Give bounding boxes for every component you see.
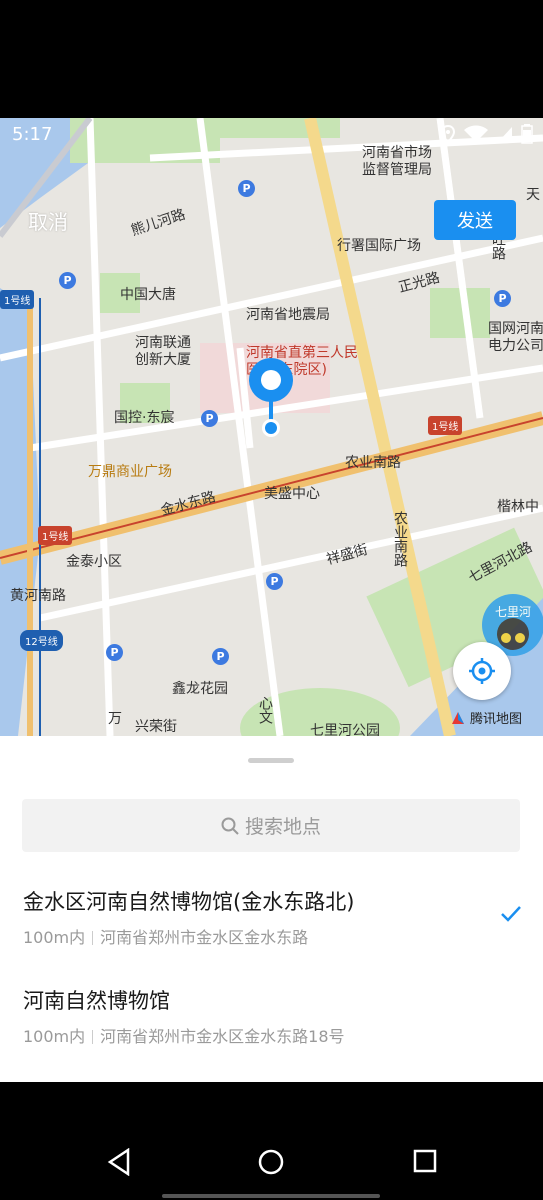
road-label-nongye-south-vertical: 农业南路	[392, 511, 408, 567]
metro-badge: 12号线	[20, 630, 63, 651]
location-status-icon	[441, 125, 455, 143]
checkmark-icon	[501, 906, 521, 922]
result-title: 河南自然博物馆	[23, 989, 170, 1013]
battery-icon	[521, 124, 533, 144]
map-label-kailin: 楷林中	[497, 499, 539, 515]
map-label-zhongguo-dating: 中国大唐	[120, 287, 176, 303]
road-label-nongye-south: 农业南路	[345, 455, 401, 471]
sheet-drag-handle[interactable]	[248, 758, 294, 763]
map-label-qilihe-park: 七里河公园	[310, 723, 380, 736]
location-pin-icon[interactable]	[246, 356, 296, 442]
road-label-huanghe-south: 黄河南路	[10, 588, 66, 604]
result-address: 河南省郑州市金水区金水东路	[100, 928, 309, 947]
navigation-bar	[0, 1082, 543, 1200]
map-label-jintai: 金泰小区	[66, 554, 122, 570]
result-item[interactable]: 河南自然博物馆 100m内 河南省郑州市金水区金水东路18号	[23, 985, 523, 1047]
back-nav-icon[interactable]	[106, 1148, 132, 1176]
map-label-wanding: 万鼎商业广场	[88, 464, 172, 480]
locate-me-button[interactable]	[453, 642, 511, 700]
metro-badge: 1号线	[38, 526, 73, 545]
parking-icon: P	[106, 644, 123, 661]
parking-icon: P	[212, 648, 229, 665]
parking-icon: P	[494, 290, 511, 307]
result-distance: 100m内	[23, 1027, 86, 1046]
send-button[interactable]: 发送	[434, 200, 516, 240]
parking-icon: P	[238, 180, 255, 197]
map-label-market-bureau-2: 监督管理局	[362, 162, 432, 178]
search-placeholder: 搜索地点	[244, 816, 321, 838]
map-brand-label: 腾讯地图	[470, 712, 523, 727]
search-input[interactable]: 搜索地点	[22, 799, 520, 852]
status-time: 5:17	[12, 124, 53, 145]
parking-icon: P	[59, 272, 76, 289]
home-nav-icon[interactable]	[257, 1148, 285, 1176]
map-label-xingrong: 兴荣街	[135, 719, 177, 735]
top-black-bar	[0, 0, 543, 118]
recents-nav-icon[interactable]	[412, 1148, 438, 1174]
map-label-hangshu: 行署国际广场	[337, 238, 421, 254]
metro-badge: 1号线	[0, 290, 35, 309]
tencent-map-logo-icon	[452, 711, 464, 724]
map-label-earthquake-bureau: 河南省地震局	[246, 307, 330, 323]
map-label-guokong: 国控·东宸	[114, 410, 175, 426]
metro-badge: 1号线	[428, 416, 463, 435]
map-label-wan: 万	[108, 711, 122, 727]
search-icon	[221, 817, 239, 835]
map-label-xinlong: 鑫龙花园	[172, 681, 228, 697]
map-label-liantong-2: 创新大厦	[135, 352, 191, 368]
result-distance: 100m内	[23, 928, 86, 947]
svg-text:七里河: 七里河	[495, 605, 531, 619]
map-label-grid-2: 电力公司	[488, 338, 543, 354]
wifi-icon	[464, 125, 488, 142]
result-title: 金水区河南自然博物馆(金水东路北)	[23, 890, 355, 914]
map-label-tian: 天	[526, 187, 540, 203]
result-subtitle: 100m内 河南省郑州市金水区金水东路	[23, 924, 523, 948]
parking-icon: P	[201, 410, 218, 427]
signal-icon	[498, 127, 512, 142]
divider	[92, 1030, 94, 1044]
result-item[interactable]: 金水区河南自然博物馆(金水东路北) 100m内 河南省郑州市金水区金水东路	[23, 886, 523, 948]
crosshair-icon	[469, 658, 495, 684]
parking-icon: P	[266, 573, 283, 590]
gesture-bar	[162, 1194, 380, 1198]
cancel-button[interactable]: 取消	[28, 206, 68, 235]
divider	[92, 931, 94, 945]
status-bar: 5:17	[0, 118, 543, 152]
map-brand: 腾讯地图	[450, 708, 522, 727]
road-label-jiuwen: 心文	[257, 696, 273, 724]
result-address: 河南省郑州市金水区金水东路18号	[100, 1027, 345, 1046]
map-label-meisheng: 美盛中心	[264, 486, 320, 502]
result-subtitle: 100m内 河南省郑州市金水区金水东路18号	[23, 1023, 523, 1047]
